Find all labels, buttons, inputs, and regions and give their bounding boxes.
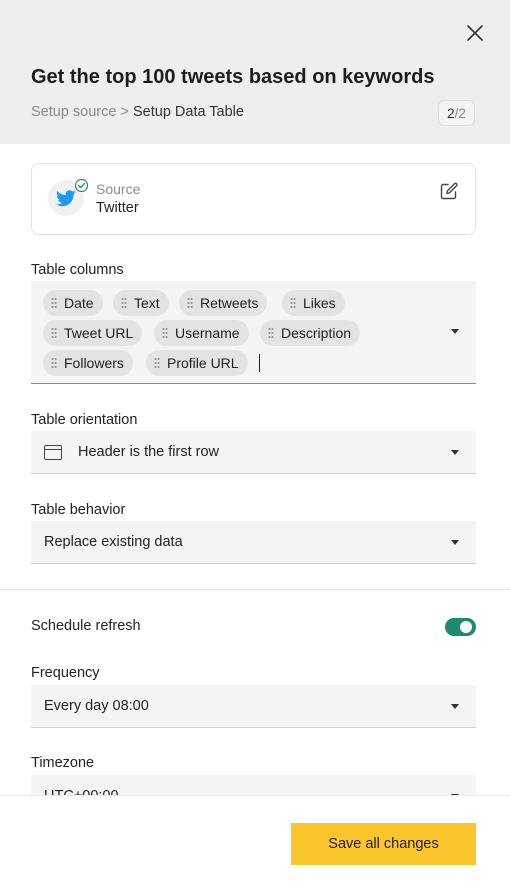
frequency-label: Frequency bbox=[31, 665, 100, 681]
table-behavior-value: Replace existing data bbox=[44, 534, 183, 550]
column-chip[interactable]: Date bbox=[43, 290, 103, 316]
text-cursor bbox=[259, 354, 260, 372]
breadcrumb: Setup source > Setup Data Table bbox=[31, 104, 244, 120]
column-chip[interactable]: Text bbox=[113, 290, 169, 316]
table-orientation-value: Header is the first row bbox=[78, 444, 220, 460]
drag-handle-icon[interactable] bbox=[187, 297, 193, 309]
close-icon[interactable] bbox=[464, 22, 486, 44]
table-header-icon bbox=[44, 445, 62, 460]
section-divider bbox=[0, 589, 510, 590]
source-label: Source bbox=[96, 181, 141, 197]
drag-handle-icon[interactable] bbox=[51, 327, 57, 339]
table-columns-multiselect[interactable]: Date Text Retweets Likes Tweet URL Usern… bbox=[31, 281, 476, 384]
toggle-knob bbox=[460, 621, 472, 633]
dialog-title: Get the top 100 tweets based on keywords bbox=[31, 66, 435, 88]
drag-handle-icon[interactable] bbox=[290, 297, 296, 309]
source-value: Twitter bbox=[96, 200, 139, 216]
column-chip[interactable]: Retweets bbox=[179, 290, 268, 316]
breadcrumb-current: Setup Data Table bbox=[132, 104, 244, 120]
column-chip[interactable]: Username bbox=[154, 320, 249, 346]
drag-handle-icon[interactable] bbox=[121, 297, 127, 309]
column-chip[interactable]: Description bbox=[260, 320, 361, 346]
chevron-down-icon[interactable] bbox=[451, 450, 459, 455]
drag-handle-icon[interactable] bbox=[162, 327, 168, 339]
drag-handle-icon[interactable] bbox=[51, 357, 57, 369]
table-behavior-label: Table behavior bbox=[31, 502, 126, 518]
frequency-value: Every day 08:00 bbox=[44, 698, 149, 714]
step-current: 2 bbox=[447, 105, 455, 121]
chevron-down-icon[interactable] bbox=[451, 704, 459, 709]
column-chip[interactable]: Likes bbox=[282, 290, 345, 316]
table-columns-label: Table columns bbox=[31, 262, 124, 278]
dialog-footer: Save all changes bbox=[0, 795, 510, 890]
frequency-select[interactable]: Every day 08:00 bbox=[31, 685, 476, 728]
breadcrumb-previous[interactable]: Setup source bbox=[31, 104, 116, 120]
column-chip[interactable]: Tweet URL bbox=[43, 320, 143, 346]
table-orientation-select[interactable]: Header is the first row bbox=[31, 431, 476, 474]
step-total: 2 bbox=[458, 105, 466, 121]
chevron-down-icon[interactable] bbox=[451, 540, 459, 545]
timezone-label: Timezone bbox=[31, 755, 95, 771]
schedule-refresh-toggle[interactable] bbox=[445, 618, 476, 636]
edit-icon[interactable] bbox=[439, 181, 459, 201]
save-all-changes-button[interactable]: Save all changes bbox=[291, 823, 476, 865]
source-card: Source Twitter bbox=[31, 163, 476, 235]
breadcrumb-separator: > bbox=[120, 104, 129, 120]
drag-handle-icon[interactable] bbox=[268, 327, 274, 339]
column-chip[interactable]: Followers bbox=[43, 350, 133, 376]
chevron-down-icon[interactable] bbox=[451, 329, 459, 334]
drag-handle-icon[interactable] bbox=[154, 357, 160, 369]
column-chip[interactable]: Profile URL bbox=[146, 350, 248, 376]
dialog-header: Get the top 100 tweets based on keywords… bbox=[0, 0, 510, 144]
drag-handle-icon[interactable] bbox=[51, 297, 57, 309]
table-orientation-label: Table orientation bbox=[31, 412, 138, 428]
step-indicator: 2/2 bbox=[438, 100, 475, 126]
table-behavior-select[interactable]: Replace existing data bbox=[31, 521, 476, 564]
verified-check-icon bbox=[74, 178, 89, 193]
schedule-refresh-label: Schedule refresh bbox=[31, 618, 141, 634]
